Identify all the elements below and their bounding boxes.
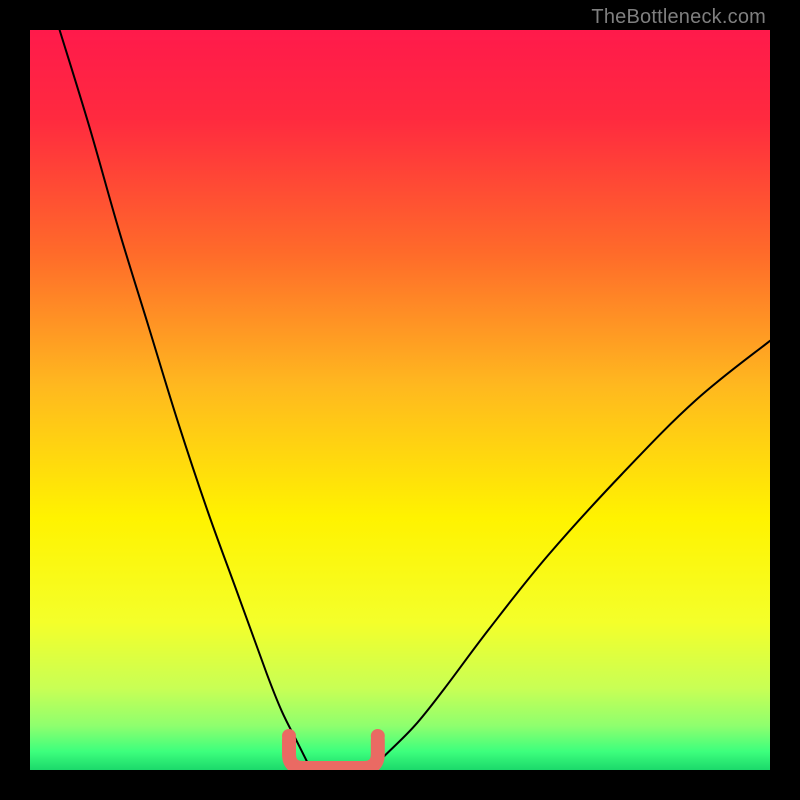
curve-layer xyxy=(30,30,770,770)
series-left-limb xyxy=(60,30,312,770)
plot-area xyxy=(30,30,770,770)
watermark-text: TheBottleneck.com xyxy=(591,6,766,29)
chart-stage: TheBottleneck.com xyxy=(0,0,800,800)
series-right-limb xyxy=(370,341,770,770)
bottom-dot-right xyxy=(371,729,385,743)
bottom-dot-left xyxy=(282,729,296,743)
